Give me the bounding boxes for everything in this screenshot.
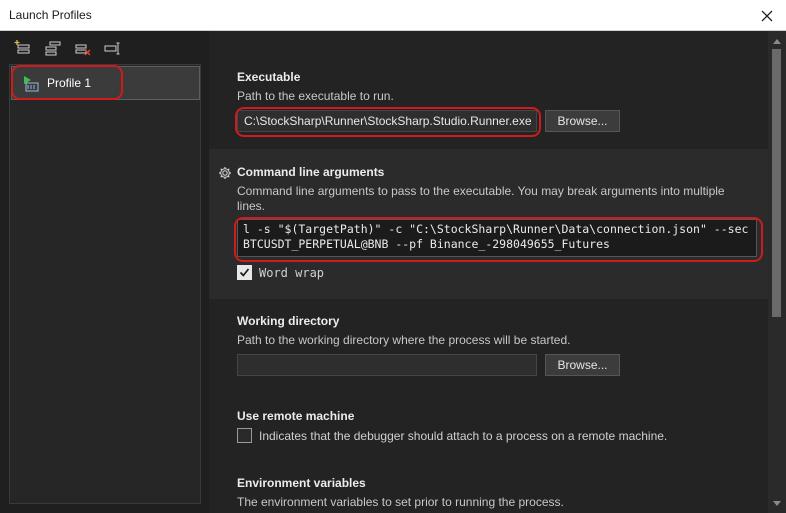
arguments-line-1: l -s "$(TargetPath)" -c "C:\StockSharp\R… [243, 222, 749, 236]
profile-label: Profile 1 [47, 76, 92, 90]
arguments-textarea[interactable]: l -s "$(TargetPath)" -c "C:\StockSharp\R… [237, 219, 757, 257]
copy-profile-icon [45, 41, 61, 56]
remote-machine-section: Use remote machine Indicates that the de… [209, 399, 768, 469]
remote-machine-label: Indicates that the debugger should attac… [259, 429, 668, 443]
profile-settings: Executable Path to the executable to run… [209, 31, 768, 513]
copy-profile-button[interactable] [42, 38, 64, 58]
working-directory-title: Working directory [237, 314, 340, 328]
remote-machine-title: Use remote machine [237, 409, 355, 423]
close-icon [761, 10, 773, 21]
executable-browse-button[interactable]: Browse... [545, 110, 620, 132]
delete-profile-button[interactable] [72, 38, 94, 58]
vertical-scrollbar[interactable] [768, 31, 786, 513]
checkmark-icon [239, 268, 250, 277]
chevron-up-icon [773, 38, 781, 44]
remote-machine-checkbox[interactable] [237, 428, 252, 443]
profiles-panel: Profile 1 [0, 31, 209, 513]
window-title: Launch Profiles [9, 8, 92, 22]
working-directory-description: Path to the working directory where the … [237, 333, 571, 347]
environment-title: Environment variables [237, 476, 366, 490]
delete-profile-icon [75, 44, 91, 56]
run-profile-icon [24, 75, 39, 91]
executable-description: Path to the executable to run. [237, 89, 394, 103]
working-directory-section: Working directory Path to the working di… [209, 299, 768, 399]
new-profile-button[interactable] [12, 38, 34, 58]
profiles-list: Profile 1 [9, 64, 201, 504]
new-profile-icon [14, 40, 30, 54]
environment-section: Environment variables The environment va… [209, 469, 768, 513]
executable-title: Executable [237, 70, 301, 84]
chevron-down-icon [773, 500, 781, 506]
word-wrap-checkbox[interactable] [237, 265, 252, 280]
profile-item-1[interactable]: Profile 1 [11, 66, 200, 100]
rename-profile-icon [104, 42, 120, 55]
executable-path-input[interactable]: C:\StockSharp\Runner\StockSharp.Studio.R… [237, 110, 537, 132]
gear-icon [219, 167, 231, 179]
close-button[interactable] [748, 0, 786, 31]
arguments-title: Command line arguments [237, 165, 385, 179]
arguments-section: Command line arguments Command line argu… [209, 149, 768, 299]
title-bar: Launch Profiles [0, 0, 786, 31]
working-directory-input[interactable] [237, 354, 537, 376]
executable-path-value: C:\StockSharp\Runner\StockSharp.Studio.R… [244, 114, 532, 128]
profiles-toolbar [12, 38, 124, 58]
executable-section: Executable Path to the executable to run… [209, 31, 768, 149]
word-wrap-label: Word wrap [259, 266, 325, 280]
arguments-line-2: BTCUSDT_PERPETUAL@BNB --pf Binance_-2980… [243, 237, 610, 251]
working-directory-browse-button[interactable]: Browse... [545, 354, 620, 376]
arguments-description: Command line arguments to pass to the ex… [237, 184, 725, 213]
scroll-down-button[interactable] [768, 495, 786, 511]
environment-description: The environment variables to set prior t… [237, 495, 564, 509]
rename-profile-button[interactable] [102, 38, 124, 58]
scroll-thumb[interactable] [772, 49, 781, 317]
scroll-up-button[interactable] [768, 33, 786, 49]
